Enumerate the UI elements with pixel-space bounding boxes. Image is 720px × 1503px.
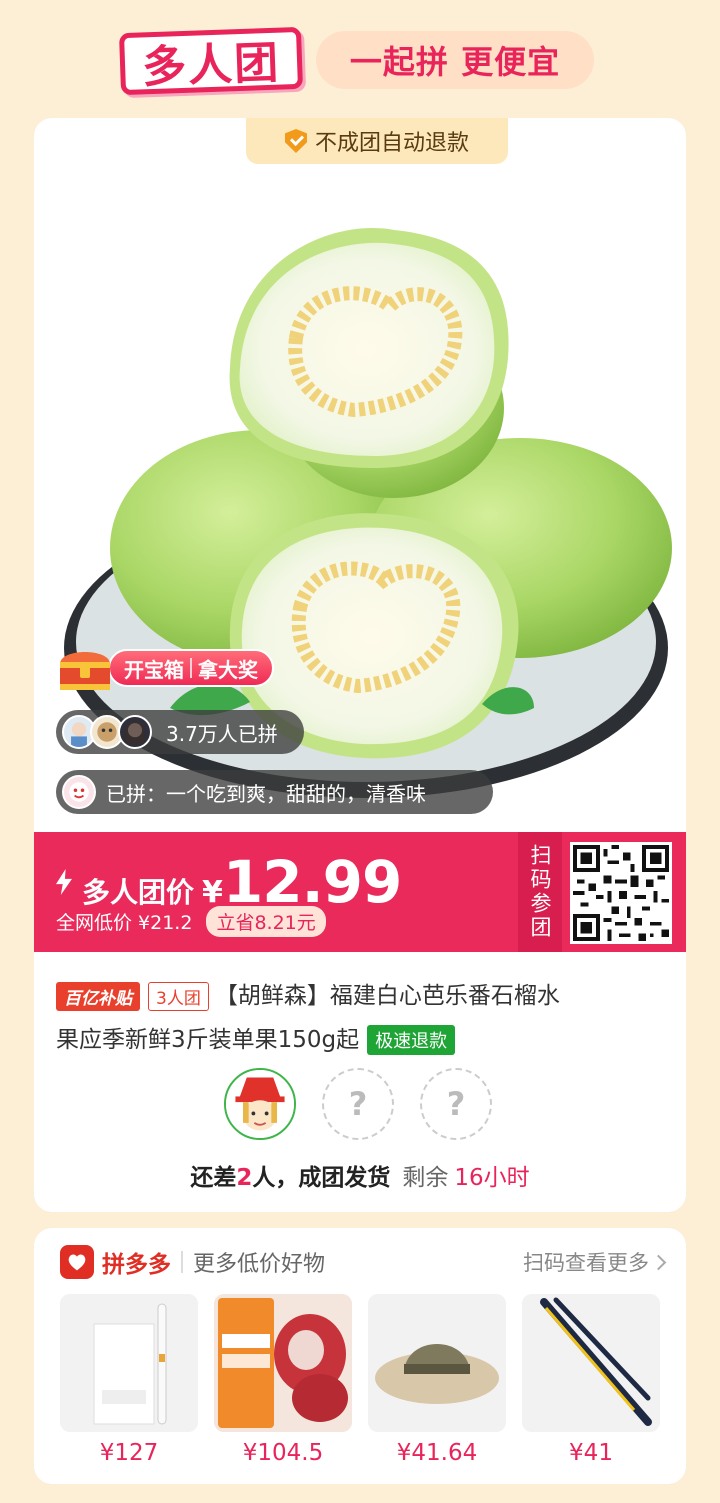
meat-product-image: [214, 1294, 352, 1432]
qr-code[interactable]: [570, 842, 672, 944]
group-member-slots: ? ?: [224, 1068, 492, 1140]
goods-item[interactable]: ¥41: [522, 1294, 660, 1466]
price-comparison: 全网低价 ¥21.2 立省8.21元: [56, 906, 326, 937]
treasure-left-text: 开宝箱: [124, 657, 184, 682]
status-suffix: 人，成团发货: [252, 1165, 391, 1191]
currency-symbol: ¥: [202, 875, 223, 910]
product-card[interactable]: 不成团自动退款 开宝箱 拿大奖 3.7万人已拼 已拼：一个吃到爽，甜甜的，清香味…: [34, 118, 686, 1212]
goods-price: ¥127: [99, 1440, 159, 1466]
remaining-time: 16小时: [454, 1165, 530, 1191]
subsidy-tag: 百亿补贴: [56, 981, 140, 1011]
more-goods-card: 拼多多 更多低价好物 扫码查看更多 ¥127 ¥104.5 ¥41.64 ¥41: [34, 1228, 686, 1484]
goods-price: ¥104.5: [242, 1440, 324, 1466]
treasure-chest-promo[interactable]: 开宝箱 拿大奖: [56, 646, 274, 690]
logo-text: 多人团: [141, 37, 282, 94]
pinduoduo-logo-icon: [60, 1245, 94, 1279]
avatar: [224, 1068, 296, 1140]
goods-item[interactable]: ¥104.5: [214, 1294, 352, 1466]
avatar: [118, 715, 152, 749]
treasure-separator: [190, 658, 192, 678]
savings-badge: 立省8.21元: [206, 906, 326, 937]
goods-price: ¥41.64: [396, 1440, 478, 1466]
more-goods-title: 更多低价好物: [193, 1252, 326, 1277]
review-pill: 已拼：一个吃到爽，甜甜的，清香味: [56, 770, 493, 814]
scan-more-link[interactable]: 扫码查看更多: [523, 1247, 667, 1277]
wiper-product-image: [522, 1294, 660, 1432]
treasure-label-pill: 开宝箱 拿大奖: [108, 649, 274, 687]
brand-name: 拼多多: [102, 1252, 171, 1278]
header-divider: [181, 1251, 183, 1273]
toothbrush-product-image: [60, 1294, 198, 1432]
remaining-label: 剩余: [402, 1165, 449, 1191]
header: 多人团 一起拼 更便宜: [0, 0, 720, 118]
title-text-2: 果应季新鲜3斤装单果150g起: [56, 1027, 360, 1053]
buyers-count-text: 3.7万人已拼: [166, 721, 278, 746]
empty-slot: ?: [420, 1068, 492, 1140]
shield-check-icon: [284, 129, 307, 153]
title-line-1: 百亿补贴 3人团 【胡鲜森】福建白心芭乐番石榴水: [56, 974, 668, 1018]
question-icon: ?: [348, 1085, 368, 1123]
avatar: [62, 775, 96, 809]
chevron-right-icon: [650, 1254, 667, 1270]
treasure-right-text: 拿大奖: [198, 657, 258, 682]
scan-more-text: 扫码查看更多: [523, 1251, 649, 1275]
more-goods-header: 拼多多 更多低价好物 扫码查看更多: [60, 1244, 667, 1280]
goods-item[interactable]: ¥41.64: [368, 1294, 506, 1466]
goods-price: ¥41: [569, 1440, 613, 1466]
buyer-avatars: [62, 715, 152, 749]
hat-product-image: [368, 1294, 506, 1432]
status-count: 2: [236, 1165, 253, 1191]
treasure-chest-icon: [60, 652, 110, 690]
status-prefix: 还差: [190, 1165, 237, 1191]
group-status: 还差2人，成团发货 剩余 16小时: [34, 1158, 686, 1192]
price-bar: 多人团价 ¥ 12.99 全网低价 ¥21.2 立省8.21元 扫码参团: [34, 832, 686, 952]
goods-list: ¥127 ¥104.5 ¥41.64 ¥41: [60, 1294, 660, 1466]
group-size-tag: 3人团: [148, 981, 209, 1011]
slogan-pill: 一起拼 更便宜: [316, 31, 594, 89]
buyers-count-pill: 3.7万人已拼: [56, 710, 304, 754]
group-logo: 多人团: [118, 26, 304, 96]
price-label: 多人团价: [82, 876, 195, 909]
question-icon: ?: [446, 1085, 466, 1123]
title-line-2: 果应季新鲜3斤装单果150g起 极速退款: [56, 1018, 668, 1062]
product-title[interactable]: 百亿补贴 3人团 【胡鲜森】福建白心芭乐番石榴水 果应季新鲜3斤装单果150g起…: [56, 974, 668, 1062]
goods-item[interactable]: ¥127: [60, 1294, 198, 1466]
slogan-text: 一起拼 更便宜: [349, 43, 561, 81]
scan-label-text: 扫码参团: [528, 844, 552, 940]
review-text: 已拼：一个吃到爽，甜甜的，清香味: [106, 781, 426, 806]
fast-refund-tag: 极速退款: [367, 1025, 456, 1055]
refund-tag-text: 不成团自动退款: [314, 131, 469, 156]
original-price: 全网低价 ¥21.2: [56, 912, 193, 934]
empty-slot: ?: [322, 1068, 394, 1140]
scan-to-join-label: 扫码参团: [518, 832, 562, 952]
refund-guarantee-tag: 不成团自动退款: [246, 118, 508, 164]
title-text-1: 【胡鲜森】福建白心芭乐番石榴水: [214, 983, 560, 1009]
lightning-icon: [56, 869, 72, 895]
